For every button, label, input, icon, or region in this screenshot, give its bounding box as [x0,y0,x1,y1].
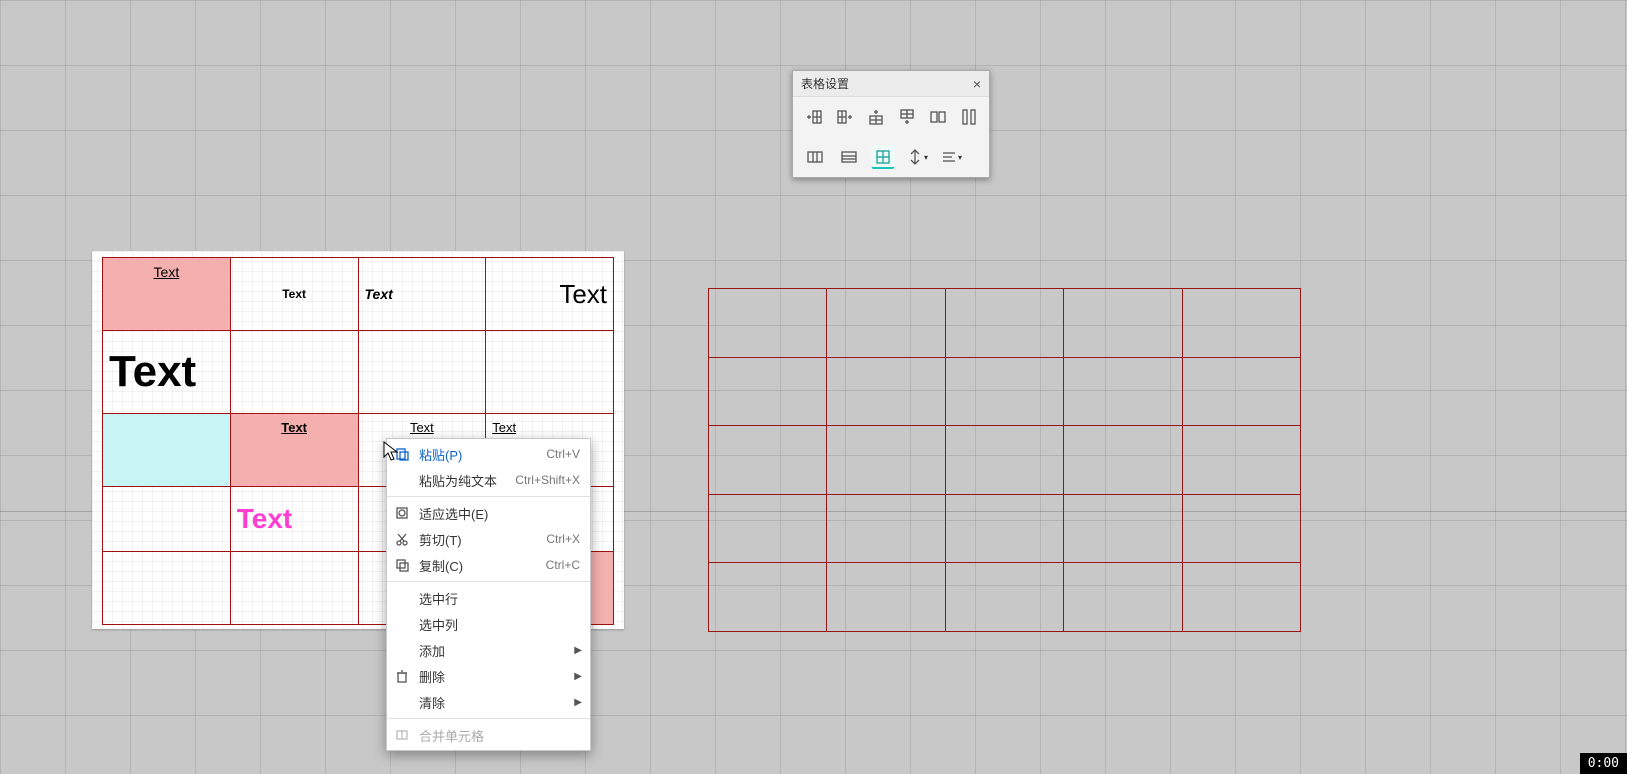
toolbar-row-1 [793,97,989,137]
menu-add[interactable]: 添加 ▶ [387,637,590,663]
border-bottom-icon[interactable] [871,145,895,169]
merge-icon [393,728,411,742]
chevron-right-icon: ▶ [574,671,582,682]
trash-icon [393,669,411,683]
table-settings-panel[interactable]: 表格设置 × ▾ ▾ [792,70,990,178]
cell[interactable] [1064,563,1182,632]
cell[interactable] [945,563,1063,632]
close-icon[interactable]: × [973,76,981,92]
menu-shortcut: Ctrl+Shift+X [515,473,580,487]
cell[interactable] [1064,289,1182,358]
menu-paste[interactable]: 粘贴(P) Ctrl+V [387,441,590,467]
menu-shortcut: Ctrl+V [546,447,580,461]
menu-select-row[interactable]: 选中行 [387,585,590,611]
cell[interactable] [103,487,231,551]
align-horizontal-icon[interactable]: ▾ [939,145,963,169]
cell[interactable] [103,551,231,624]
cell[interactable] [827,563,945,632]
paste-icon [393,447,411,461]
cell[interactable]: Text [103,258,231,331]
cell[interactable] [827,494,945,563]
insert-row-above-icon[interactable] [865,105,886,129]
cell[interactable] [709,563,827,632]
cell[interactable] [230,331,358,413]
cell[interactable] [1064,426,1182,495]
menu-label: 选中列 [419,615,580,634]
distribute-cols-icon[interactable] [803,145,827,169]
cell[interactable]: Text [486,258,614,331]
insert-col-right-icon[interactable] [834,105,855,129]
table-2[interactable] [708,288,1301,632]
menu-separator [387,581,590,582]
cell[interactable] [945,494,1063,563]
menu-merge-cells: 合并单元格 [387,722,590,748]
cell[interactable] [1064,494,1182,563]
cell[interactable] [103,413,231,486]
cell-text: Text [237,503,293,534]
cell[interactable] [945,289,1063,358]
cell[interactable] [709,357,827,426]
toolbar-row-2: ▾ ▾ [793,137,989,177]
menu-label: 剪切(T) [419,530,538,549]
cell[interactable]: Text [230,487,358,551]
copy-icon [393,558,411,572]
cell[interactable] [709,426,827,495]
cell[interactable] [1182,494,1300,563]
menu-label: 粘贴(P) [419,445,538,464]
cell[interactable] [709,289,827,358]
menu-select-col[interactable]: 选中列 [387,611,590,637]
cell[interactable] [1064,357,1182,426]
menu-cut[interactable]: 剪切(T) Ctrl+X [387,526,590,552]
split-vertical-icon[interactable] [958,105,979,129]
recording-timer: 0:00 [1580,753,1627,774]
menu-label: 复制(C) [419,556,538,575]
cell[interactable] [486,331,614,413]
cell[interactable]: Text [230,413,358,486]
cell[interactable] [230,551,358,624]
menu-label: 清除 [419,693,580,712]
distribute-rows-icon[interactable] [837,145,861,169]
insert-col-left-icon[interactable] [803,105,824,129]
split-horizontal-icon[interactable] [927,105,948,129]
context-menu[interactable]: 粘贴(P) Ctrl+V 粘贴为纯文本 Ctrl+Shift+X 适应选中(E)… [386,438,591,751]
cell[interactable] [1182,426,1300,495]
menu-label: 适应选中(E) [419,504,580,523]
insert-row-below-icon[interactable] [896,105,917,129]
cell[interactable]: Text [230,258,358,331]
cell[interactable]: Text [103,331,231,413]
cell[interactable] [358,331,486,413]
cell[interactable] [1182,563,1300,632]
menu-label: 粘贴为纯文本 [419,471,507,490]
chevron-right-icon: ▶ [574,645,582,656]
menu-copy[interactable]: 复制(C) Ctrl+C [387,552,590,578]
panel-title: 表格设置 [801,75,849,92]
menu-separator [387,718,590,719]
menu-shortcut: Ctrl+X [546,532,580,546]
cell[interactable] [827,426,945,495]
menu-label: 选中行 [419,589,580,608]
menu-delete[interactable]: 删除 ▶ [387,663,590,689]
cell[interactable] [945,357,1063,426]
menu-label: 添加 [419,641,580,660]
menu-paste-plain[interactable]: 粘贴为纯文本 Ctrl+Shift+X [387,467,590,493]
cell[interactable] [827,289,945,358]
menu-label: 合并单元格 [419,726,580,745]
align-vertical-icon[interactable]: ▾ [905,145,929,169]
cell[interactable] [709,494,827,563]
chevron-right-icon: ▶ [574,697,582,708]
cell[interactable] [1182,289,1300,358]
menu-label: 删除 [419,667,580,686]
cell[interactable] [1182,357,1300,426]
cut-icon [393,532,411,546]
cell[interactable] [827,357,945,426]
menu-fit-selection[interactable]: 适应选中(E) [387,500,590,526]
menu-clear[interactable]: 清除 ▶ [387,689,590,715]
fit-icon [393,506,411,520]
cell[interactable]: Text [358,258,486,331]
menu-separator [387,496,590,497]
menu-shortcut: Ctrl+C [546,558,580,572]
cell[interactable] [945,426,1063,495]
panel-titlebar[interactable]: 表格设置 × [793,71,989,97]
